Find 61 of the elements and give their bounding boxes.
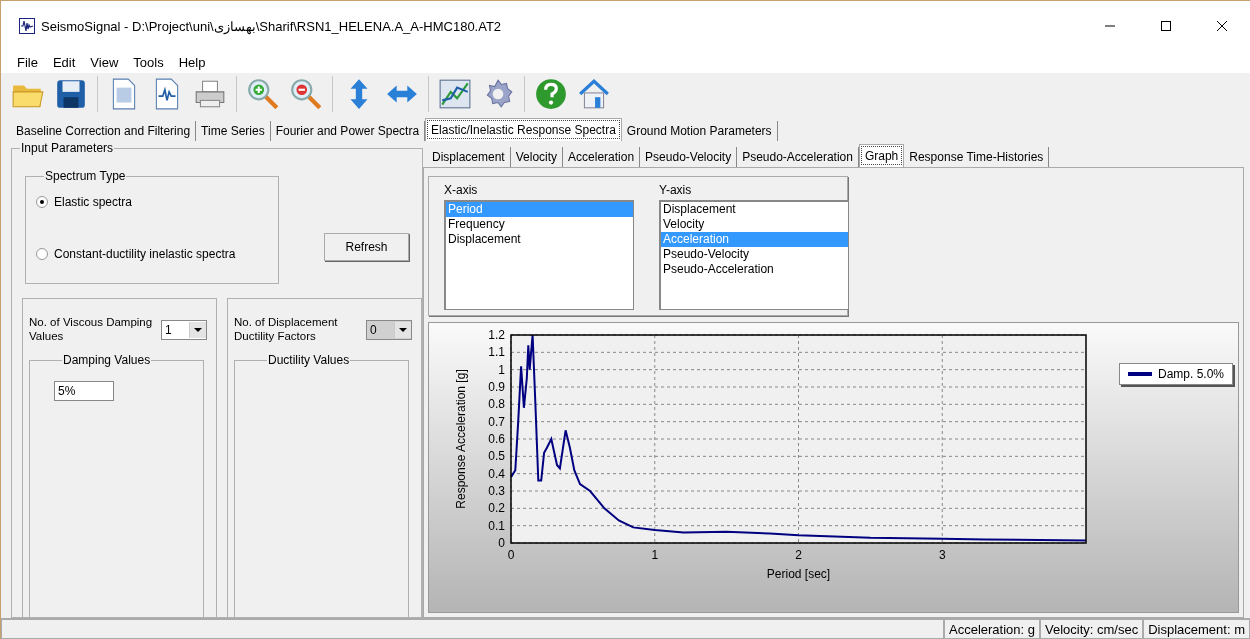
axis-tick-label: 1.2 <box>488 328 505 342</box>
save-icon[interactable] <box>54 77 88 111</box>
axis-tick-label: 3 <box>938 548 946 562</box>
list-item[interactable]: Displacement <box>661 202 848 217</box>
list-item[interactable]: Pseudo-Acceleration <box>661 262 848 277</box>
group-title: Spectrum Type <box>44 169 127 183</box>
menu-item[interactable]: File <box>17 54 38 70</box>
axis-tick-label: 0.2 <box>488 501 505 516</box>
radio-button[interactable] <box>36 248 48 260</box>
menu-item[interactable]: Help <box>178 54 206 70</box>
axis-tick-label: 0.6 <box>488 432 505 446</box>
list-item[interactable]: Frequency <box>446 217 633 232</box>
axis-tick-label: 0.8 <box>488 397 505 412</box>
list-title: X-axis <box>444 183 479 197</box>
tab[interactable]: Graph <box>858 144 905 167</box>
menu-item[interactable]: Edit <box>52 54 76 70</box>
status-text: Acceleration: g <box>944 619 1040 639</box>
axis-tick-label: 0.4 <box>488 466 505 481</box>
axis-tick-label: 0.1 <box>488 518 505 533</box>
menu-item[interactable]: View <box>90 54 119 70</box>
axis-tick-label: 0 <box>498 536 505 550</box>
input-field[interactable]: 5% <box>54 381 114 401</box>
axis-tick-label: 2 <box>795 548 802 562</box>
help-icon[interactable] <box>534 77 568 111</box>
app-icon <box>19 18 35 34</box>
legend-label: Damp. 5.0% <box>1158 367 1225 381</box>
radio-label: Elastic spectra <box>54 195 133 209</box>
caret-icon <box>399 328 407 332</box>
caret-icon <box>194 328 202 332</box>
axis-tick-label: 0.3 <box>488 484 505 498</box>
list-item[interactable]: Pseudo-Velocity <box>661 247 848 262</box>
field-label: No. of Displacement Ductility Factors <box>234 315 339 343</box>
dropdown[interactable]: 1 <box>161 320 207 340</box>
zoom-in-icon[interactable] <box>246 77 280 111</box>
axis-title: Response Acceleration [g] <box>454 369 468 509</box>
axis-tick-label: 1 <box>498 362 505 377</box>
zoom-out-icon[interactable] <box>289 77 323 111</box>
axis-tick-label: 1.1 <box>488 345 505 360</box>
radio-label: Constant-ductility inelastic spectra <box>54 247 236 261</box>
group-title: Ductility Values <box>267 353 351 367</box>
axis-tick-label: 0.5 <box>488 449 505 464</box>
group-title: Input Parameters <box>20 141 115 155</box>
tab[interactable]: Elastic/Inelastic Response Spectra <box>425 118 622 141</box>
axis-tick-label: 0 <box>507 548 515 562</box>
menu-item[interactable]: Tools <box>133 54 164 70</box>
line-graph-icon[interactable] <box>438 77 472 111</box>
radio-button[interactable] <box>36 196 48 208</box>
list-item[interactable]: Displacement <box>446 232 633 247</box>
axis-title: Period [sec] <box>766 567 831 581</box>
refresh-button[interactable]: Refresh <box>324 232 409 261</box>
home-icon[interactable] <box>577 77 611 111</box>
axis-tick-label: 0.7 <box>488 414 505 429</box>
axis-tick-label: 0.9 <box>488 380 505 394</box>
list-title: Y-axis <box>659 183 693 197</box>
status-text: Velocity: cm/sec <box>1040 619 1144 639</box>
field-label: No. of Viscous Damping Values <box>29 315 154 343</box>
window-title: SeismoSignal - D:\Project\uni\بهسازی\Sharif\RSN1_HELENA.A_A-HMC180.AT2 <box>41 18 502 34</box>
list-item[interactable]: Velocity <box>661 217 848 232</box>
axis-tick-label: 1 <box>651 548 659 562</box>
group-title: Damping Values <box>62 353 152 367</box>
status-text: Displacement: m <box>1143 619 1250 639</box>
